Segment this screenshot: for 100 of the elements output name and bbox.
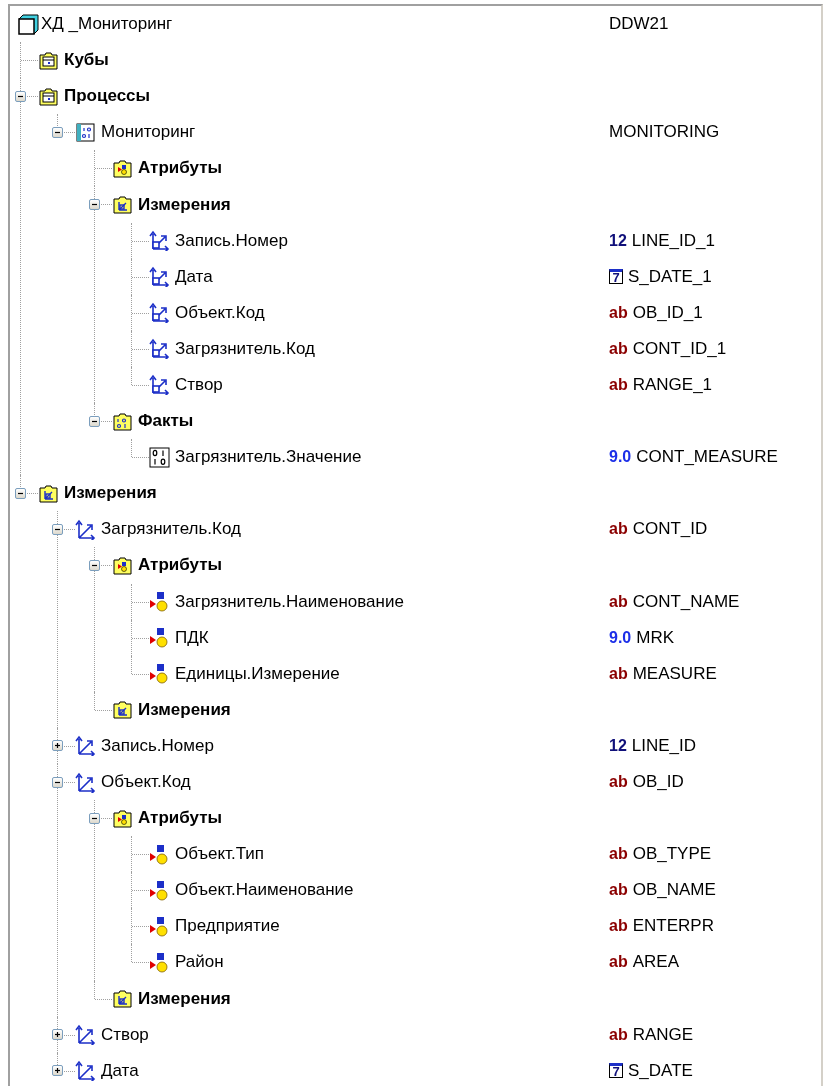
collapse-button[interactable] xyxy=(51,126,63,138)
axes-icon xyxy=(149,266,170,288)
node-label: Загрязнитель.Наименование xyxy=(175,591,405,612)
axes-icon xyxy=(75,518,96,540)
date-badge: 7 xyxy=(609,1063,623,1079)
node-label: Предприятие xyxy=(175,916,281,937)
shapes-icon xyxy=(149,843,170,865)
type-label: ab xyxy=(609,303,628,322)
collapse-button[interactable] xyxy=(88,199,100,210)
node-label: Дата xyxy=(101,1060,140,1081)
field-code: MRK xyxy=(636,627,675,648)
folder-icon xyxy=(38,482,59,504)
cube-icon xyxy=(18,13,39,35)
field-code: RANGE xyxy=(632,1024,694,1045)
measure-icon xyxy=(149,446,170,468)
node-label: Створ xyxy=(101,1024,150,1045)
node-label: Район xyxy=(175,952,225,973)
type-label: ab xyxy=(609,917,628,936)
field-code: OB_ID xyxy=(632,772,684,792)
node-label: Процессы xyxy=(64,86,152,107)
field-code: S_DATE xyxy=(628,1060,693,1081)
node-label: Измерения xyxy=(138,988,232,1009)
folder-icon xyxy=(38,85,59,107)
plus-icon xyxy=(52,1066,62,1076)
collapse-button[interactable] xyxy=(88,415,100,427)
node-label: ПДК xyxy=(175,627,210,648)
shapes-icon xyxy=(149,663,170,685)
folder-icon xyxy=(112,807,133,829)
type-label: ab xyxy=(609,845,628,864)
node-label: Запись.Номер xyxy=(101,735,215,756)
type-label: ab xyxy=(609,520,628,539)
field-code: S_DATE_1 xyxy=(628,266,712,287)
type-label: ab xyxy=(609,592,628,611)
node-label: Объект.Тип xyxy=(175,844,266,865)
field-code: CONT_NAME xyxy=(632,591,740,612)
node-label: Загрязнитель.Код xyxy=(101,519,242,540)
expand-button[interactable] xyxy=(51,1065,63,1077)
shapes-icon xyxy=(149,627,170,649)
node-label: Кубы xyxy=(64,50,110,71)
node-label: Атрибуты xyxy=(138,555,223,576)
node-label: Единицы.Измерение xyxy=(175,663,341,684)
collapse-button[interactable] xyxy=(88,559,100,571)
node-label: Створ xyxy=(175,375,224,395)
field-code: OB_NAME xyxy=(632,880,716,901)
shapes-icon xyxy=(149,915,170,937)
node-label: Запись.Номер xyxy=(175,230,289,251)
axes-icon xyxy=(75,1024,96,1046)
type-label: 9.0 xyxy=(609,448,632,467)
node-label: Загрязнитель.Код xyxy=(175,338,316,359)
node-label: Объект.Код xyxy=(175,302,266,323)
node-label: Измерения xyxy=(138,194,232,215)
expand-button[interactable] xyxy=(51,740,63,752)
type-label: ab xyxy=(609,953,628,972)
field-code: OB_TYPE xyxy=(632,844,712,865)
plus-icon xyxy=(52,1030,62,1040)
type-label: ab xyxy=(609,339,628,358)
folder-icon xyxy=(112,194,133,215)
shapes-icon xyxy=(149,879,170,901)
type-label: 12 xyxy=(609,736,627,755)
node-label: Загрязнитель.Значение xyxy=(175,447,363,468)
field-code: CONT_MEASURE xyxy=(636,447,778,468)
folder-icon xyxy=(112,554,133,576)
field-code: LINE_ID_1 xyxy=(631,230,715,251)
expand-button[interactable] xyxy=(51,1029,63,1041)
folder-icon xyxy=(112,699,133,721)
axes-icon xyxy=(149,338,170,360)
shapes-icon xyxy=(149,952,170,973)
node-label: Измерения xyxy=(138,699,232,720)
collapse-button[interactable] xyxy=(14,90,26,102)
type-label: ab xyxy=(609,773,628,791)
axes-icon xyxy=(149,302,170,324)
plus-icon xyxy=(52,741,62,751)
field-code: LINE_ID xyxy=(631,735,697,756)
node-label: Дата xyxy=(175,266,214,287)
node-label: Атрибуты xyxy=(138,158,223,179)
field-code: ENTERPR xyxy=(632,916,714,937)
node-label: Атрибуты xyxy=(138,808,223,829)
type-label: ab xyxy=(609,664,628,683)
folder-icon xyxy=(112,410,133,432)
field-code: CONT_ID_1 xyxy=(632,338,727,359)
collapse-button[interactable] xyxy=(88,812,100,824)
type-label: ab xyxy=(609,881,628,900)
folder-icon xyxy=(112,988,133,1010)
node-label: Объект.Код xyxy=(101,772,192,792)
node-label: ХД _Мониторинг xyxy=(41,14,174,35)
shapes-icon xyxy=(149,591,170,613)
axes-icon xyxy=(149,374,170,396)
type-label: 9.0 xyxy=(609,628,632,647)
field-code: MEASURE xyxy=(632,663,717,684)
collapse-button[interactable] xyxy=(14,487,26,499)
field-code: OB_ID_1 xyxy=(632,302,703,323)
collapse-button[interactable] xyxy=(51,776,63,788)
axes-icon xyxy=(149,230,170,252)
field-code: AREA xyxy=(632,952,679,973)
axes-icon xyxy=(75,735,96,757)
field-code: RANGE_1 xyxy=(632,375,713,395)
axes-icon xyxy=(75,771,96,793)
collapse-button[interactable] xyxy=(51,523,63,535)
process-icon xyxy=(75,121,96,143)
type-label: ab xyxy=(609,1025,628,1044)
